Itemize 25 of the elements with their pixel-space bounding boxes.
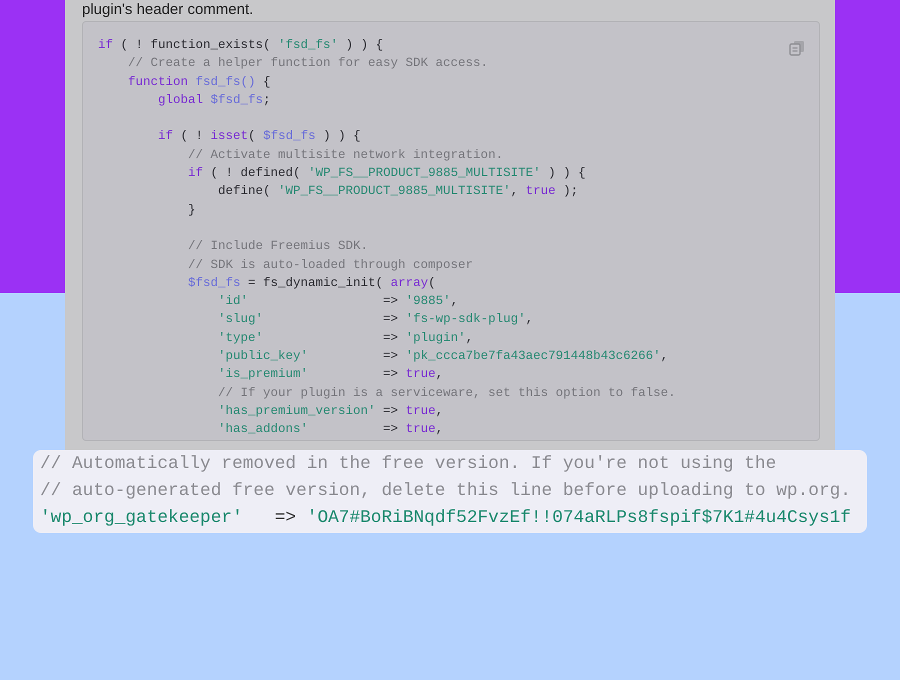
code-line: if ( ! isset( $fsd_fs ) ) { [157, 128, 361, 146]
code-line: if ( ! defined( 'WP_FS__PRODUCT_9885_MULTISITE' ) ) { [187, 165, 586, 182]
code-line: 'public_key' => 'pk_ccca7be7fa43aec791448b43c6266', [217, 348, 668, 366]
code-line: 'has_premium_version' => true, [217, 402, 444, 420]
code-line: if ( ! function_exists( 'fsd_fs' ) ) { [98, 37, 384, 54]
code-line: 'is_premium' => true, [217, 366, 444, 384]
code-line: function fsd_fs() { [127, 74, 271, 91]
code-line: global $fsd_fs; [157, 92, 271, 109]
code-line: } [187, 202, 196, 219]
code-line: // Include Freemius SDK. [187, 238, 368, 256]
code-line: $fsd_fs = fs_dynamic_init( array( [187, 274, 436, 292]
code-line: 'has_addons' => true, [217, 421, 444, 438]
code-line: 'wp_org_gatekeeper' => 'OA7#BoRiBNqdf52FvzEf!!074aRLPs8fspif$7K1#4u4Csys1f [40, 507, 851, 530]
code-line: 'type' => 'plugin', [217, 330, 474, 347]
intro-text: plugin's header comment. [82, 0, 254, 19]
code-line: // Activate multisite network integration. [187, 146, 504, 164]
code-line: // Create a helper function for easy SDK access. [127, 55, 488, 72]
code-line: // auto-generated free version, delete this line before uploading to wp.org. [40, 480, 851, 503]
code-line: // Automatically removed in the free version. If you're not using the [40, 453, 776, 476]
code-line: // SDK is auto-loaded through composer [187, 256, 474, 274]
code-line: define( 'WP_FS__PRODUCT_9885_MULTISITE', true ); [217, 183, 578, 200]
code-line: // If your plugin is a serviceware, set this option to false. [217, 384, 676, 402]
copy-icon[interactable] [789, 40, 805, 56]
code-line: 'id' => '9885', [217, 293, 458, 310]
code-line: 'slug' => 'fs-wp-sdk-plug', [217, 311, 534, 328]
